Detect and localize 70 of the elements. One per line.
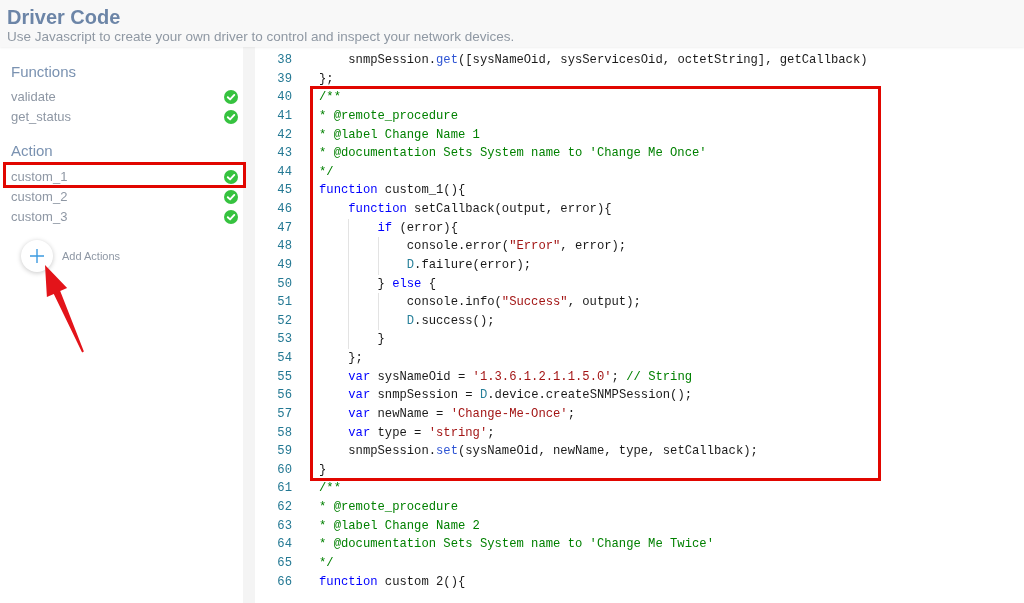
line-number: 65 [276,554,292,572]
line-number: 48 [276,238,292,256]
code-line: var type = 'string'; [348,424,495,442]
line-number: 49 [276,256,292,274]
line-number: 43 [276,145,292,163]
code-line: snmpSession.get([sysNameOid, sysServicesOid, octetString], getCallback) [348,52,868,69]
code-line: console.error("Error", error); [406,238,627,256]
line-number: 55 [276,368,292,386]
code-line: function custom_1(){ [319,182,466,200]
code-line: var snmpSession = D.device.createSNMPSession(); [348,387,693,405]
section-heading: Functions [11,62,77,82]
code-line: */ [319,554,334,572]
code-line: D.failure(error); [406,256,532,274]
line-number: 62 [276,499,292,516]
line-number: 39 [276,70,292,88]
sidebar-item[interactable]: validate [11,88,56,105]
add-actions-label: Add Actions [62,248,121,263]
sidebar-item[interactable]: get_status [11,108,71,125]
line-number: 51 [276,294,292,312]
code-line: snmpSession.set(sysNameOid, newName, type, setCallback); [348,443,758,461]
line-number: 63 [276,517,292,535]
code-line: }; [348,350,363,367]
code-line: /** [319,89,341,107]
code-line: /** [319,480,341,498]
line-number: 64 [276,536,292,554]
line-number: 44 [276,163,292,181]
line-number: 41 [276,107,292,125]
line-number: 40 [276,89,292,107]
line-number: 58 [276,424,292,442]
page-title: Driver Code [7,6,121,28]
line-number: 59 [276,443,292,461]
code-line: if (error){ [377,219,458,237]
code-line: } [377,331,385,349]
sidebar-item[interactable]: custom_1 [11,169,68,186]
code-line: function setCallback(output, error){ [348,201,612,218]
line-number: 61 [276,480,292,498]
code-line: * @remote_procedure [319,107,458,125]
sidebar-item[interactable]: custom_2 [11,189,68,206]
code-line: * @label Change Name 1 [319,126,480,144]
line-number: 45 [276,182,292,200]
add-button[interactable] [21,239,53,272]
code-line: function custom 2(){ [319,573,466,591]
code-line: * @label Change Name 2 [319,517,480,535]
section-heading: Action [11,140,53,161]
code-line: D.success(); [406,312,495,330]
line-number: 57 [276,405,292,423]
code-line: } [319,461,327,479]
line-number: 47 [276,219,292,237]
code-line: * @documentation Sets System name to 'Change Me Once' [319,145,707,163]
code-line: var sysNameOid = '1.3.6.1.2.1.1.5.0'; // String [348,368,693,386]
line-number: 54 [276,350,292,367]
code-line: * @remote_procedure [319,499,458,516]
sidebar-item[interactable]: custom_3 [11,208,68,225]
code-line: console.info("Success", output); [406,294,641,312]
line-number: 66 [276,573,292,591]
line-number: 53 [276,331,292,349]
line-number: 38 [276,52,292,69]
line-number: 50 [276,275,292,293]
line-number: 46 [276,201,292,218]
line-number: 42 [276,126,292,144]
page-subtitle: Use Javascript to create your own driver to control and inspect your network devices. [7,29,515,45]
line-number: 60 [276,461,292,479]
plus-icon [30,248,44,263]
code-line: } else { [377,275,437,293]
code-line: }; [319,70,334,88]
code-line: */ [319,163,334,181]
code-line: * @documentation Sets System name to 'Change Me Twice' [319,536,714,554]
code-line: var newName = 'Change-Me-Once'; [348,405,575,423]
line-number: 52 [276,312,292,330]
line-number: 56 [276,387,292,405]
